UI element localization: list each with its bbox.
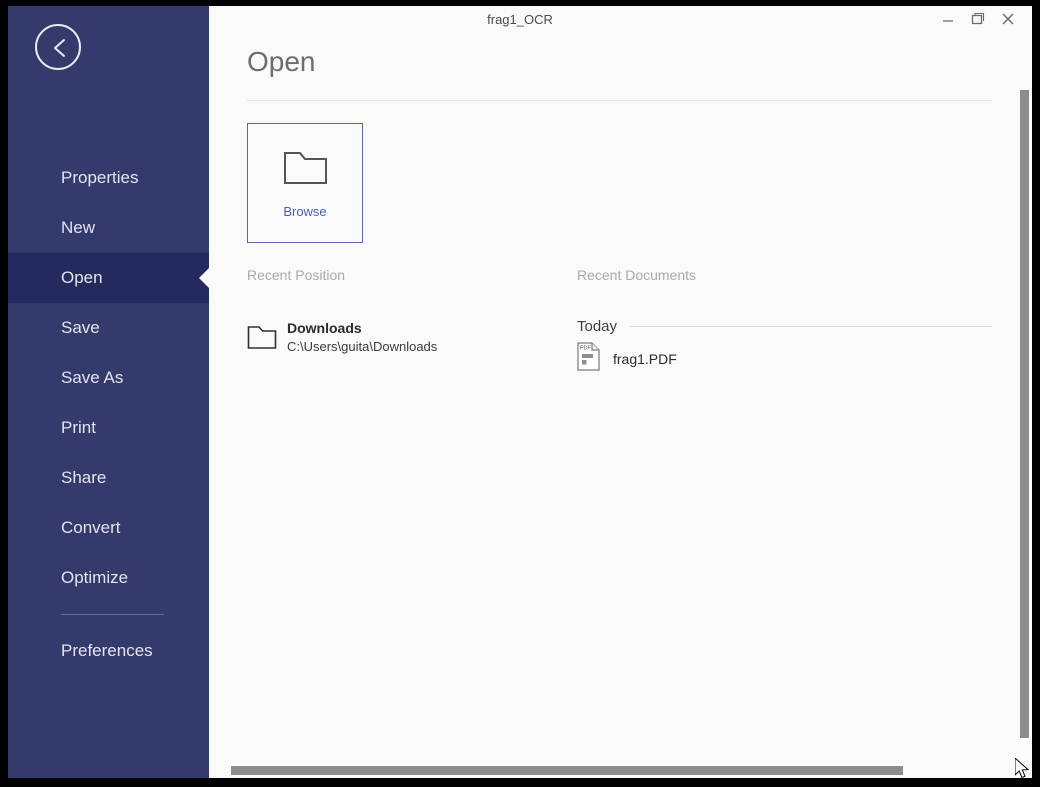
minimize-icon (941, 12, 955, 30)
sidebar-item-new[interactable]: New (8, 203, 209, 253)
application-window: Properties New Open Save Save As Print S… (8, 6, 1032, 778)
restore-icon (971, 12, 985, 30)
sidebar-item-label: Open (61, 268, 103, 287)
recent-position-name: Downloads (287, 320, 362, 336)
main-content: Open Browse Recent Position Recent Docum… (209, 37, 1032, 778)
sidebar-item-print[interactable]: Print (8, 403, 209, 453)
page-title: Open (247, 46, 316, 77)
recent-position-heading: Recent Position (247, 267, 346, 283)
pdf-file-icon: PDF (577, 342, 601, 376)
close-icon (1001, 12, 1015, 31)
folder-icon (247, 324, 277, 355)
browse-label: Browse (283, 204, 327, 219)
sidebar-item-convert[interactable]: Convert (8, 503, 209, 553)
sidebar-item-open[interactable]: Open (8, 253, 210, 303)
vertical-scrollbar-track[interactable] (1017, 68, 1032, 778)
recent-document-name: frag1.PDF (613, 351, 677, 367)
recent-documents-heading: Recent Documents (577, 267, 697, 283)
sidebar-item-label: Print (61, 418, 96, 437)
page-title-divider (247, 100, 992, 101)
back-button[interactable] (35, 24, 81, 70)
close-button[interactable] (994, 10, 1022, 32)
horizontal-scrollbar-thumb[interactable] (231, 766, 903, 775)
sidebar-item-label: Save (61, 318, 100, 337)
sidebar: Properties New Open Save Save As Print S… (8, 6, 210, 778)
sidebar-item-preferences[interactable]: Preferences (8, 626, 209, 676)
sidebar-item-label: Optimize (61, 568, 129, 587)
sidebar-item-optimize[interactable]: Optimize (8, 553, 209, 603)
sidebar-item-label: New (61, 218, 96, 237)
vertical-scrollbar-thumb[interactable] (1020, 90, 1029, 738)
group-divider (629, 326, 992, 327)
svg-text:PDF: PDF (580, 346, 592, 352)
restore-button[interactable] (964, 10, 992, 32)
sidebar-item-label: Save As (61, 368, 124, 387)
sidebar-item-save[interactable]: Save (8, 303, 209, 353)
app-root: Properties New Open Save Save As Print S… (0, 0, 1040, 784)
sidebar-item-label: Convert (61, 518, 121, 537)
sidebar-item-properties[interactable]: Properties (8, 153, 209, 203)
title-bar: frag1_OCR (209, 6, 1032, 37)
sidebar-item-label: Properties (61, 168, 139, 187)
horizontal-scrollbar-track[interactable] (209, 762, 1032, 778)
recent-documents-group-header: Today (577, 318, 992, 335)
minimize-button[interactable] (934, 10, 962, 32)
window-controls (934, 10, 1022, 32)
sidebar-item-label: Share (61, 468, 107, 487)
window-title: frag1_OCR (487, 12, 553, 27)
recent-position-path: C:\Users\guita\Downloads (287, 339, 438, 354)
sidebar-item-label: Preferences (61, 641, 153, 660)
sidebar-nav: Properties New Open Save Save As Print S… (8, 153, 210, 676)
group-label: Today (577, 318, 618, 335)
sidebar-item-save-as[interactable]: Save As (8, 353, 209, 403)
sidebar-item-share[interactable]: Share (8, 453, 209, 503)
sidebar-divider (61, 614, 164, 615)
browse-button[interactable]: Browse (247, 123, 363, 243)
recent-document-item[interactable]: PDF frag1.PDF (577, 342, 677, 376)
folder-icon (283, 149, 328, 190)
